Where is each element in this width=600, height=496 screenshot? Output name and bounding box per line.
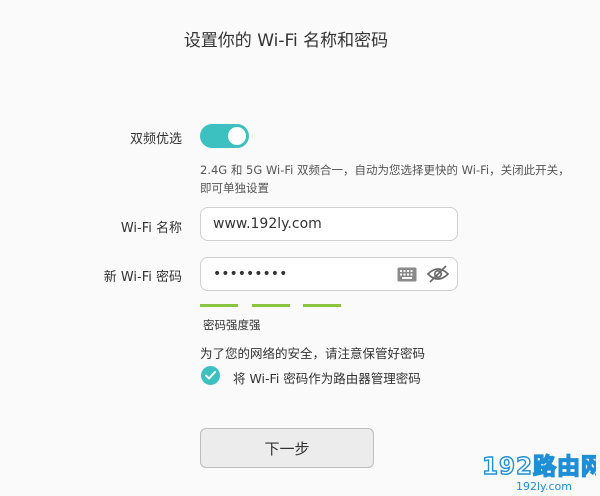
- strength-bar-3: [303, 304, 341, 307]
- dual-band-description: 2.4G 和 5G Wi-Fi 双频合一，自动为您选择更快的 Wi-Fi，关闭此…: [200, 163, 570, 195]
- wifi-password-field[interactable]: [200, 257, 458, 291]
- strength-bar-2: [252, 304, 290, 307]
- wifi-name-input[interactable]: [213, 208, 393, 240]
- page-title: 设置你的 Wi-Fi 名称和密码: [183, 31, 389, 51]
- use-as-admin-label: 将 Wi-Fi 密码作为路由器管理密码: [233, 371, 421, 386]
- svg-text:192路由网: 192路由网: [482, 453, 596, 480]
- use-as-admin-checkbox[interactable]: [201, 366, 220, 385]
- wifi-name-label: Wi-Fi 名称: [120, 221, 182, 236]
- keyboard-icon[interactable]: [397, 267, 417, 286]
- wifi-password-label: 新 Wi-Fi 密码: [103, 270, 182, 285]
- strength-bar-1: [200, 304, 238, 307]
- toggle-knob: [228, 127, 246, 145]
- eye-slash-icon[interactable]: [426, 263, 450, 289]
- password-strength-text: 密码强度强: [203, 318, 261, 332]
- dual-band-label: 双频优选: [129, 132, 182, 147]
- wifi-password-input[interactable]: [213, 258, 388, 290]
- watermark-logo: 192路由网 192ly.com: [481, 452, 596, 493]
- svg-text:192ly.com: 192ly.com: [516, 480, 572, 493]
- next-button[interactable]: 下一步: [200, 428, 374, 468]
- security-notice: 为了您的网络的安全，请注意保管好密码: [200, 346, 426, 361]
- check-icon: [205, 371, 216, 380]
- wifi-name-field[interactable]: [200, 207, 458, 241]
- dual-band-toggle[interactable]: [200, 124, 249, 148]
